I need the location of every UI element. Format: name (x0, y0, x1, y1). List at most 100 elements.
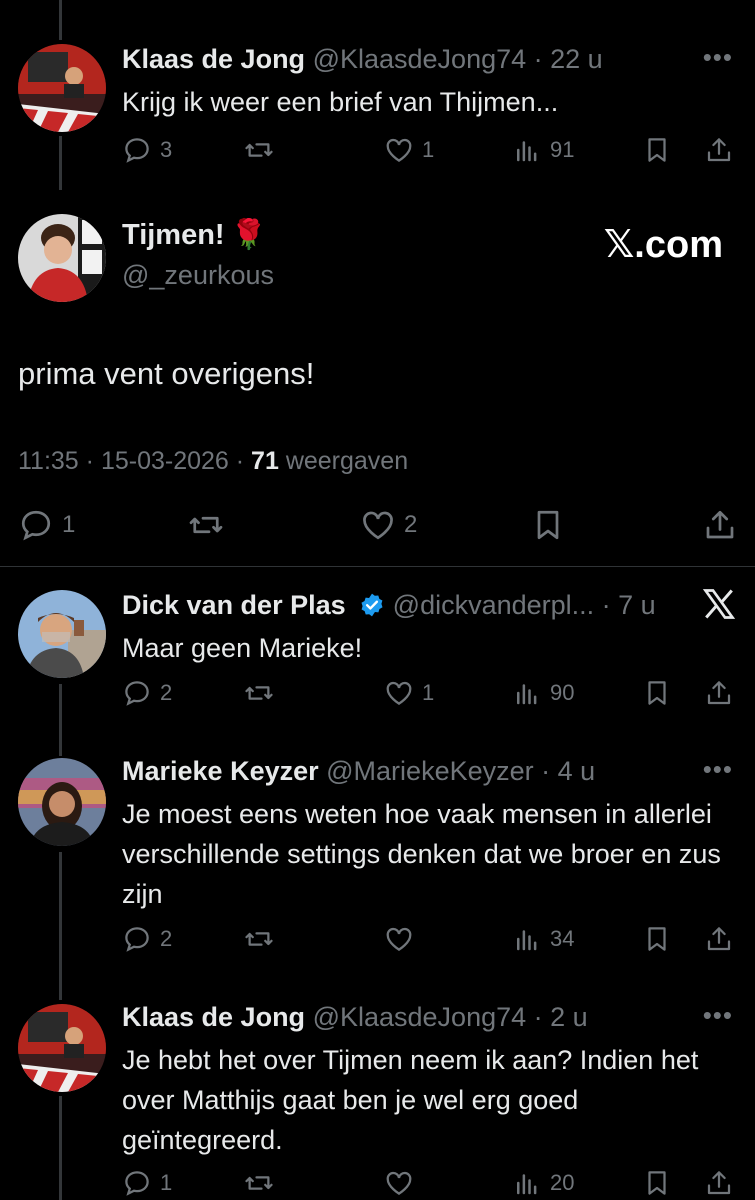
retweet-button[interactable] (244, 676, 274, 710)
author-handle[interactable]: @KlaasdeJong74 (313, 1002, 527, 1032)
like-count: 1 (422, 680, 435, 705)
reply-button[interactable]: 2 (122, 676, 172, 710)
thread-line-top (59, 0, 62, 40)
like-button[interactable] (384, 1166, 414, 1200)
bookmark-button[interactable] (642, 133, 672, 167)
reply-button[interactable]: 2 (122, 922, 172, 956)
reply-button[interactable]: 3 (122, 133, 172, 167)
bookmark-icon (648, 681, 666, 705)
views-count: 91 (550, 137, 575, 162)
views-button[interactable]: 91 (512, 133, 574, 167)
author-handle[interactable]: @KlaasdeJong74 (313, 44, 527, 74)
reply-count: 2 (160, 680, 173, 705)
reply-button[interactable]: 1 (122, 1166, 172, 1200)
main-tweet-actions: 1 2 (0, 508, 755, 546)
more-options-icon[interactable]: ••• (703, 754, 733, 785)
more-options-icon[interactable]: ••• (703, 1000, 733, 1031)
tweet-header: Marieke Keyzer @MariekeKeyzer · 4 u (122, 756, 596, 786)
bookmark-button[interactable] (642, 922, 672, 956)
tweet-actions: 1 20 (0, 1166, 755, 1200)
main-date[interactable]: 15-03-2026 (101, 447, 229, 475)
author-handle[interactable]: @MariekeKeyzer (326, 756, 533, 786)
views-icon (517, 141, 537, 162)
main-like-button[interactable]: 2 (360, 508, 417, 542)
bookmark-icon (648, 138, 666, 162)
share-icon (706, 510, 734, 539)
views-icon (517, 930, 537, 951)
main-tweet-meta: 11:35 · 15-03-2026 · 71 weergaven (18, 447, 409, 475)
divider (0, 566, 755, 567)
views-button[interactable]: 90 (512, 676, 574, 710)
views-button[interactable]: 34 (512, 922, 574, 956)
share-icon (707, 1171, 731, 1195)
author-name[interactable]: Dick van der Plas (122, 590, 346, 620)
main-reply-count: 1 (62, 511, 76, 538)
share-button[interactable] (704, 1166, 734, 1200)
heart-icon (363, 511, 393, 540)
author-handle[interactable]: @dickvanderpl... (393, 590, 595, 620)
like-button[interactable]: 1 (384, 676, 434, 710)
reply-icon (125, 927, 149, 952)
share-icon (707, 138, 731, 162)
tweet-text: Je hebt het over Tijmen neem ik aan? Ind… (122, 1045, 699, 1155)
share-icon (707, 927, 731, 951)
main-author-name-row[interactable]: Tijmen! 🌹 (122, 218, 267, 252)
author-name[interactable]: Klaas de Jong (122, 1002, 305, 1032)
bookmark-button[interactable] (642, 676, 672, 710)
more-options-icon[interactable]: ••• (703, 42, 733, 73)
main-author-name[interactable]: Tijmen! (122, 219, 225, 252)
main-retweet-button[interactable] (188, 508, 224, 542)
views-icon (517, 1174, 537, 1195)
bookmark-button[interactable] (642, 1166, 672, 1200)
x-logo-icon[interactable] (701, 586, 737, 622)
tweet-text: Maar geen Marieke! (122, 633, 363, 663)
heart-icon (386, 1171, 412, 1195)
heart-icon (386, 927, 412, 951)
bookmark-icon (537, 510, 559, 540)
retweet-button[interactable] (244, 922, 274, 956)
heart-icon (386, 681, 412, 705)
avatar-marieke[interactable] (18, 758, 106, 846)
reply-icon (125, 138, 149, 163)
main-reply-button[interactable]: 1 (18, 508, 75, 542)
retweet-icon (189, 516, 223, 534)
reply-count: 3 (160, 137, 173, 162)
reply-icon (125, 681, 149, 706)
main-views-count: 71 (251, 447, 279, 475)
author-name[interactable]: Marieke Keyzer (122, 756, 319, 786)
main-time[interactable]: 11:35 (18, 447, 79, 475)
like-button[interactable]: 1 (384, 133, 434, 167)
tweet-time[interactable]: 4 u (558, 756, 596, 786)
tweet-text: Je moest eens weten hoe vaak mensen in a… (122, 799, 721, 909)
avatar-dick[interactable] (18, 590, 106, 678)
avatar-klaas[interactable] (18, 1004, 106, 1092)
tweet-time[interactable]: 22 u (550, 44, 603, 74)
tweet-time[interactable]: 7 u (618, 590, 656, 620)
tweet-actions: 2 34 (0, 922, 755, 956)
main-bookmark-button[interactable] (530, 508, 566, 542)
views-button[interactable]: 20 (512, 1166, 574, 1200)
retweet-button[interactable] (244, 133, 274, 167)
share-button[interactable] (704, 133, 734, 167)
tweet-header: Klaas de Jong @KlaasdeJong74 · 2 u (122, 1002, 588, 1032)
main-author-handle[interactable]: @_zeurkous (122, 260, 274, 291)
tweet-time[interactable]: 2 u (550, 1002, 588, 1032)
avatar-tijmen[interactable] (18, 214, 106, 302)
main-views-label: weergaven (285, 447, 409, 475)
views-count: 20 (550, 1170, 575, 1195)
tweet-header: Dick van der Plas @dickvanderpl... · 7 u (122, 590, 656, 620)
heart-icon (386, 138, 412, 162)
tweet-actions: 2 1 90 (0, 676, 755, 710)
retweet-button[interactable] (244, 1166, 274, 1200)
retweet-icon (245, 143, 273, 157)
reply-count: 1 (160, 1170, 173, 1195)
like-button[interactable] (384, 922, 414, 956)
author-name[interactable]: Klaas de Jong (122, 44, 305, 74)
share-icon (707, 681, 731, 705)
views-count: 34 (550, 926, 575, 951)
main-share-button[interactable] (702, 508, 738, 542)
share-button[interactable] (704, 922, 734, 956)
main-like-count: 2 (404, 511, 418, 538)
share-button[interactable] (704, 676, 734, 710)
avatar-klaas[interactable] (18, 44, 106, 132)
